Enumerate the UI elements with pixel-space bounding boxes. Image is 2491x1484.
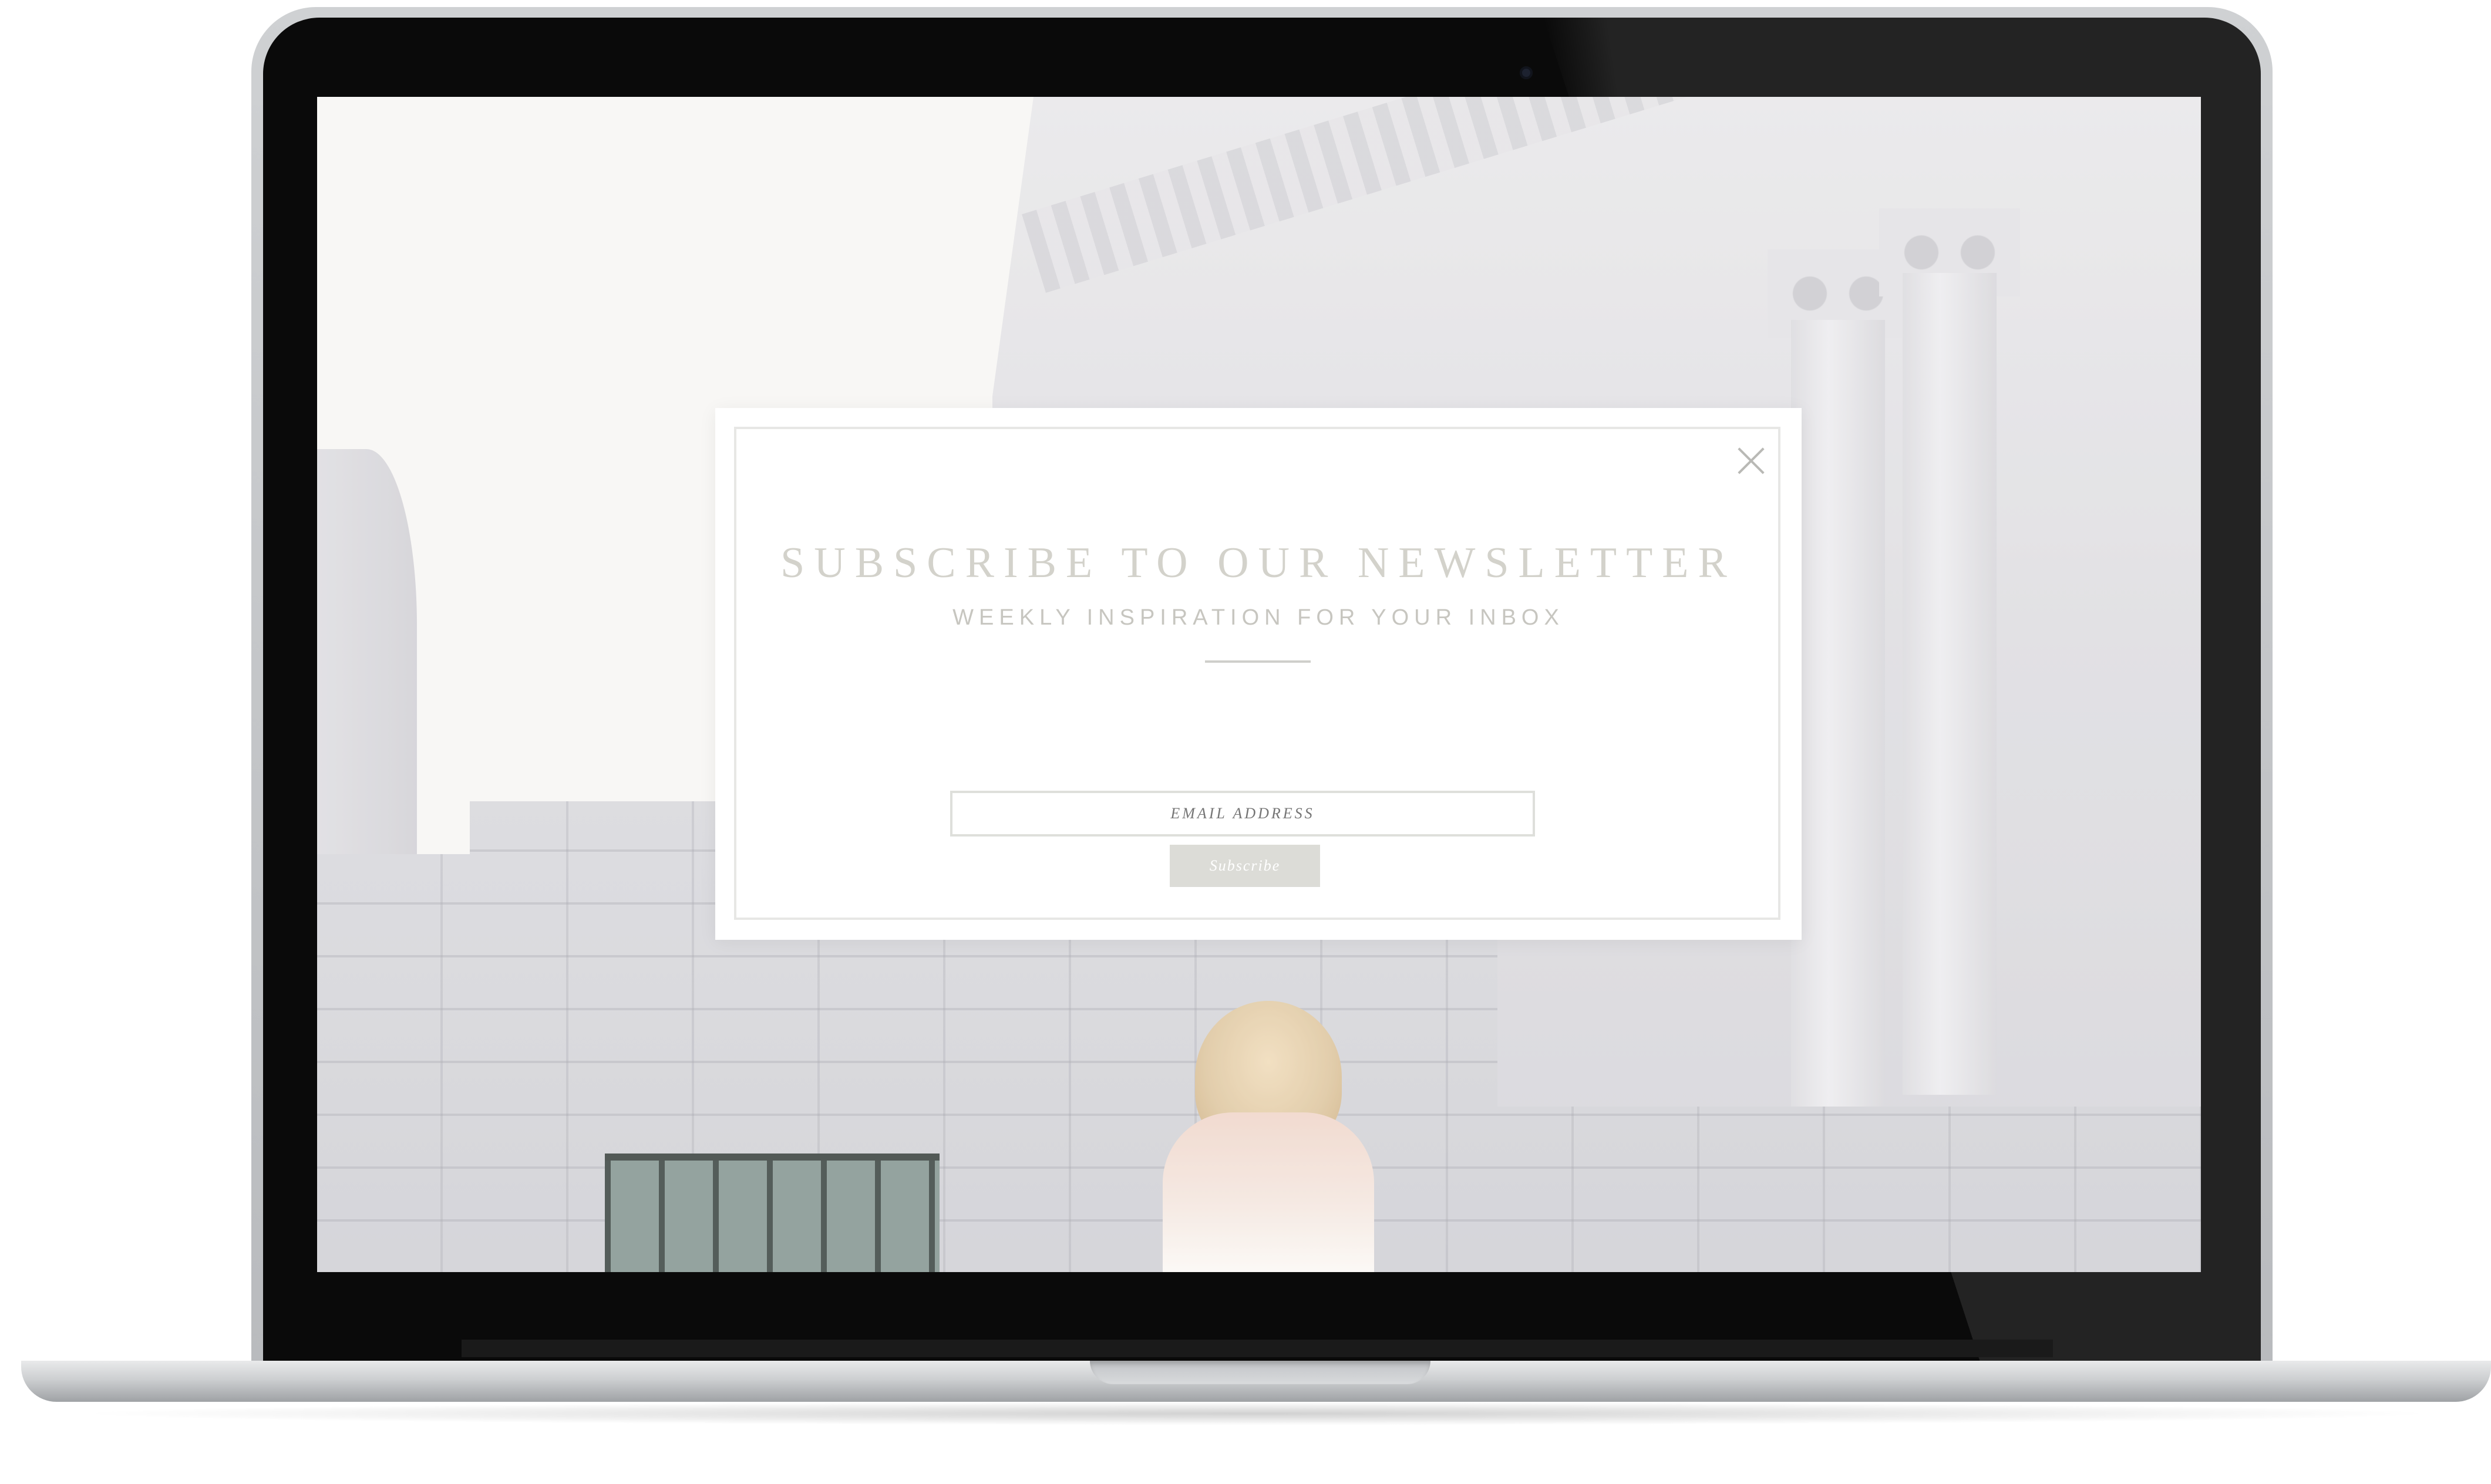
popup-title: SUBSCRIBE TO OUR NEWSLETTER — [780, 539, 1736, 587]
popup-subtitle: WEEKLY INSPIRATION FOR YOUR INBOX — [952, 605, 1564, 630]
screen: SUBSCRIBE TO OUR NEWSLETTER WEEKLY INSPI… — [317, 97, 2201, 1272]
subscribe-button[interactable]: Subscribe — [1170, 845, 1320, 887]
close-icon[interactable] — [1736, 446, 1766, 476]
laptop-base-shadow — [70, 1402, 2443, 1425]
bezel-bottom-strip — [462, 1340, 2053, 1357]
camera-icon — [1520, 66, 1533, 79]
title-divider — [1205, 660, 1311, 663]
email-input[interactable] — [950, 791, 1535, 837]
laptop-notch — [1090, 1361, 1430, 1384]
stage: SUBSCRIBE TO OUR NEWSLETTER WEEKLY INSPI… — [0, 0, 2491, 1484]
newsletter-popup: SUBSCRIBE TO OUR NEWSLETTER WEEKLY INSPI… — [715, 408, 1802, 940]
